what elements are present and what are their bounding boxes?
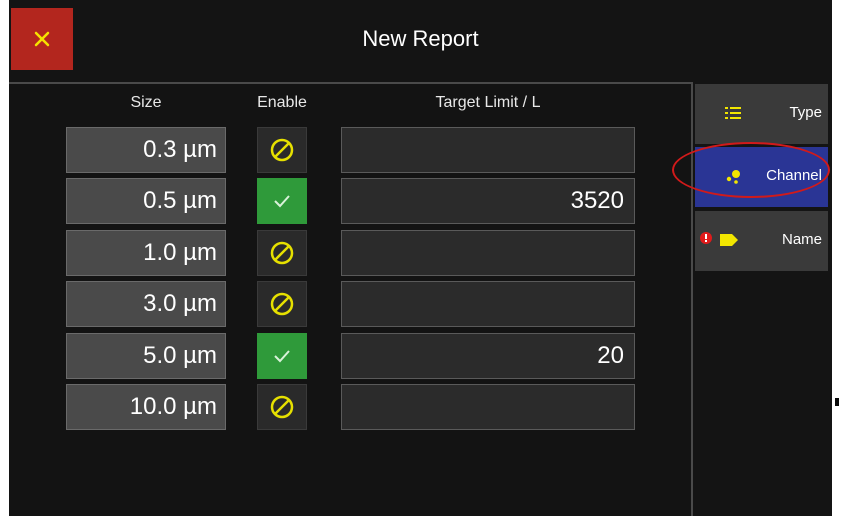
alert-dot-icon <box>700 232 712 244</box>
tab-type-label: Type <box>789 104 822 121</box>
tab-name[interactable]: Name <box>695 211 828 271</box>
limit-field-3-0[interactable] <box>341 281 635 327</box>
channel-dots-icon <box>726 170 740 184</box>
limit-field-10-0[interactable] <box>341 384 635 430</box>
size-button-0-5[interactable]: 0.5 µm <box>66 178 226 224</box>
page-title: New Report <box>362 26 479 51</box>
size-button-0-3[interactable]: 0.3 µm <box>66 127 226 173</box>
checkmark-icon <box>274 350 290 363</box>
limit-field-5-0[interactable]: 20 <box>341 333 635 379</box>
tab-type[interactable]: Type <box>695 84 828 144</box>
prohibited-icon <box>270 292 294 316</box>
size-button-10-0[interactable]: 10.0 µm <box>66 384 226 430</box>
tab-channel[interactable]: Channel <box>695 147 828 207</box>
tag-icon <box>720 234 738 246</box>
column-header-enable: Enable <box>257 94 307 111</box>
size-button-5-0[interactable]: 5.0 µm <box>66 333 226 379</box>
top-bar: New Report <box>9 0 832 82</box>
size-button-1-0[interactable]: 1.0 µm <box>66 230 226 276</box>
prohibited-icon <box>270 241 294 265</box>
prohibited-icon <box>270 395 294 419</box>
list-icon <box>725 107 741 119</box>
enable-toggle-5-0[interactable] <box>257 333 307 379</box>
enable-toggle-0-3[interactable] <box>257 127 307 173</box>
tab-channel-label: Channel <box>766 167 822 184</box>
checkmark-icon <box>274 195 290 208</box>
scroll-indicator <box>835 398 839 406</box>
column-header-target-limit: Target Limit / L <box>435 94 541 111</box>
limit-field-0-3[interactable] <box>341 127 635 173</box>
report-screen: New Report Size Enable Target Limit / L … <box>9 0 839 516</box>
enable-toggle-10-0[interactable] <box>257 384 307 430</box>
column-header-size: Size <box>130 94 162 111</box>
tab-name-label: Name <box>781 231 822 248</box>
limit-field-0-5[interactable]: 3520 <box>341 178 635 224</box>
channel-panel: Size Enable Target Limit / L 0.3 µm 0.5 … <box>9 82 693 516</box>
enable-toggle-1-0[interactable] <box>257 230 307 276</box>
size-button-3-0[interactable]: 3.0 µm <box>66 281 226 327</box>
enable-toggle-3-0[interactable] <box>257 281 307 327</box>
limit-field-1-0[interactable] <box>341 230 635 276</box>
enable-toggle-0-5[interactable] <box>257 178 307 224</box>
prohibited-icon <box>270 138 294 162</box>
